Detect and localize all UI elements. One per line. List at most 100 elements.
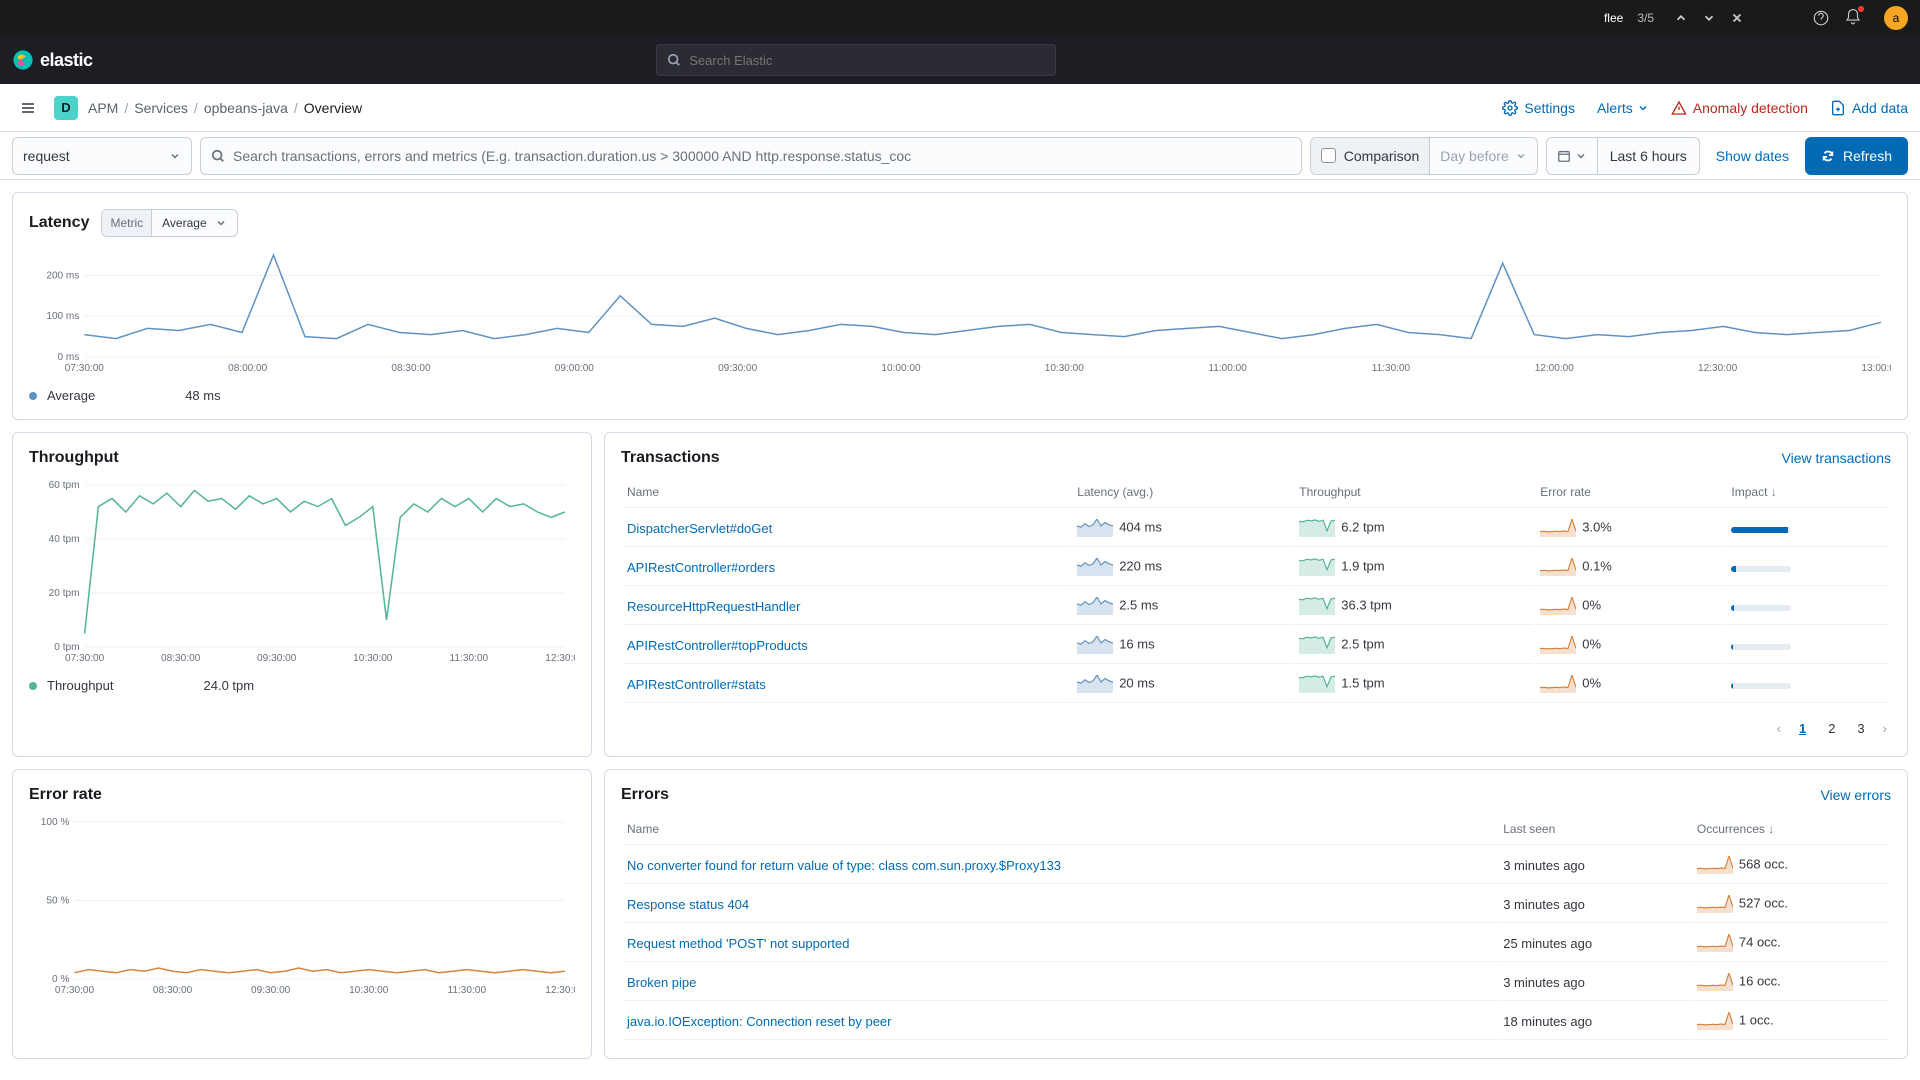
svg-text:10:30:00: 10:30:00 (1045, 363, 1085, 374)
col-error-rate[interactable]: Error rate (1536, 477, 1725, 508)
transaction-link[interactable]: APIRestController#topProducts (627, 638, 808, 653)
svg-text:11:30:00: 11:30:00 (450, 653, 489, 664)
table-row: Request method 'POST' not supported25 mi… (623, 925, 1889, 962)
chevron-down-icon (215, 217, 227, 229)
error-link[interactable]: Broken pipe (627, 975, 696, 990)
show-dates-link[interactable]: Show dates (1708, 148, 1797, 164)
add-data-link[interactable]: Add data (1830, 100, 1908, 116)
breadcrumb-apm[interactable]: APM (88, 100, 118, 116)
alerts-link[interactable]: Alerts (1597, 100, 1649, 116)
query-input[interactable]: Search transactions, errors and metrics … (200, 137, 1302, 175)
page-prev[interactable]: ‹ (1773, 717, 1785, 740)
col-latency[interactable]: Latency (avg.) (1073, 477, 1293, 508)
table-row: DispatcherServlet#doGet404 ms6.2 tpm3.0% (623, 510, 1889, 547)
col-name[interactable]: Name (623, 814, 1497, 845)
search-icon (667, 53, 681, 67)
error-rate-title: Error rate (29, 786, 102, 804)
table-row: APIRestController#topProducts16 ms2.5 tp… (623, 627, 1889, 664)
impact-bar (1731, 527, 1791, 533)
find-next-icon[interactable] (1702, 11, 1716, 25)
breadcrumb-service[interactable]: opbeans-java (204, 100, 288, 116)
error-rate-chart: 0 %50 %100 %07:30:0008:30:0009:30:0010:3… (29, 812, 575, 997)
col-last-seen[interactable]: Last seen (1499, 814, 1691, 845)
throughput-chart: 0 tpm20 tpm40 tpm60 tpm07:30:0008:30:000… (29, 475, 575, 665)
error-link[interactable]: java.io.IOException: Connection reset by… (627, 1014, 891, 1029)
anomaly-detection-link[interactable]: Anomaly detection (1671, 100, 1808, 116)
view-transactions-link[interactable]: View transactions (1782, 450, 1891, 466)
latency-title: Latency (29, 214, 89, 232)
impact-bar (1731, 644, 1791, 650)
notification-icon[interactable] (1844, 8, 1862, 26)
svg-text:12:00:00: 12:00:00 (1535, 363, 1575, 374)
svg-text:10:00:00: 10:00:00 (881, 363, 921, 374)
transaction-link[interactable]: ResourceHttpRequestHandler (627, 599, 800, 614)
global-search-input[interactable] (689, 53, 1045, 68)
global-search[interactable] (656, 44, 1056, 76)
svg-text:40 tpm: 40 tpm (49, 534, 80, 545)
settings-link[interactable]: Settings (1502, 100, 1575, 116)
errors-title: Errors (621, 786, 669, 804)
col-name[interactable]: Name (623, 477, 1071, 508)
page-next[interactable]: › (1879, 717, 1891, 740)
svg-text:200 ms: 200 ms (46, 270, 79, 281)
transaction-link[interactable]: APIRestController#stats (627, 677, 766, 692)
transactions-panel: Transactions View transactions Name Late… (604, 432, 1908, 757)
table-row: java.io.IOException: Connection reset by… (623, 1003, 1889, 1040)
transaction-type-dropdown[interactable]: request (12, 137, 192, 175)
view-errors-link[interactable]: View errors (1820, 787, 1891, 803)
page-1[interactable]: 1 (1791, 717, 1814, 740)
svg-text:100 %: 100 % (41, 817, 70, 828)
find-close-icon[interactable] (1730, 11, 1744, 25)
browser-find-text: flee (1604, 11, 1623, 25)
user-avatar[interactable]: a (1884, 6, 1908, 30)
error-link[interactable]: Request method 'POST' not supported (627, 936, 849, 951)
page-3[interactable]: 3 (1849, 717, 1872, 740)
svg-text:07:30:00: 07:30:00 (55, 985, 95, 996)
svg-text:13:00:00: 13:00:00 (1861, 363, 1891, 374)
search-icon (211, 149, 225, 163)
help-icon[interactable] (1812, 9, 1830, 27)
legend-label: Throughput (47, 678, 114, 693)
table-row: No converter found for return value of t… (623, 847, 1889, 884)
svg-text:12:30:00: 12:30:00 (545, 653, 575, 664)
svg-text:60 tpm: 60 tpm (49, 480, 80, 491)
latency-chart: 0 ms100 ms200 ms07:30:0008:00:0008:30:00… (29, 245, 1891, 375)
svg-text:09:30:00: 09:30:00 (251, 985, 291, 996)
browser-find-count: 3/5 (1637, 11, 1654, 25)
elastic-logo[interactable]: elastic (0, 49, 105, 71)
svg-text:09:00:00: 09:00:00 (555, 363, 595, 374)
impact-bar (1731, 605, 1791, 611)
throughput-panel: Throughput 0 tpm20 tpm40 tpm60 tpm07:30:… (12, 432, 592, 757)
svg-text:08:30:00: 08:30:00 (153, 985, 193, 996)
page-2[interactable]: 2 (1820, 717, 1843, 740)
date-picker[interactable]: Last 6 hours (1546, 137, 1700, 175)
errors-panel: Errors View errors Name Last seen Occurr… (604, 769, 1908, 1059)
impact-bar (1731, 566, 1791, 572)
col-impact[interactable]: Impact ↓ (1727, 477, 1889, 508)
breadcrumb-current: Overview (304, 100, 362, 116)
svg-text:08:30:00: 08:30:00 (391, 363, 431, 374)
svg-text:50 %: 50 % (46, 896, 69, 907)
error-link[interactable]: No converter found for return value of t… (627, 858, 1061, 873)
nav-menu-button[interactable] (12, 92, 44, 124)
transaction-link[interactable]: DispatcherServlet#doGet (627, 521, 772, 536)
transaction-link[interactable]: APIRestController#orders (627, 560, 775, 575)
error-link[interactable]: Response status 404 (627, 897, 749, 912)
refresh-button[interactable]: Refresh (1805, 137, 1908, 175)
breadcrumb-services[interactable]: Services (134, 100, 188, 116)
svg-text:11:00:00: 11:00:00 (1208, 363, 1247, 374)
pagination: ‹ 1 2 3 › (621, 717, 1891, 740)
space-badge[interactable]: D (54, 96, 78, 120)
latency-metric-select[interactable]: Metric Average (101, 209, 237, 237)
svg-text:09:30:00: 09:30:00 (718, 363, 758, 374)
table-row: Broken pipe3 minutes ago16 occ. (623, 964, 1889, 1001)
table-row: APIRestController#stats20 ms1.5 tpm0% (623, 666, 1889, 703)
col-throughput[interactable]: Throughput (1295, 477, 1534, 508)
legend-value: 48 ms (185, 388, 220, 403)
col-occurrences[interactable]: Occurrences ↓ (1693, 814, 1889, 845)
svg-text:08:30:00: 08:30:00 (161, 653, 201, 664)
svg-text:0 %: 0 % (52, 974, 69, 985)
comparison-checkbox[interactable] (1321, 148, 1336, 163)
comparison-toggle[interactable]: Comparison Day before (1310, 137, 1538, 175)
find-prev-icon[interactable] (1674, 11, 1688, 25)
